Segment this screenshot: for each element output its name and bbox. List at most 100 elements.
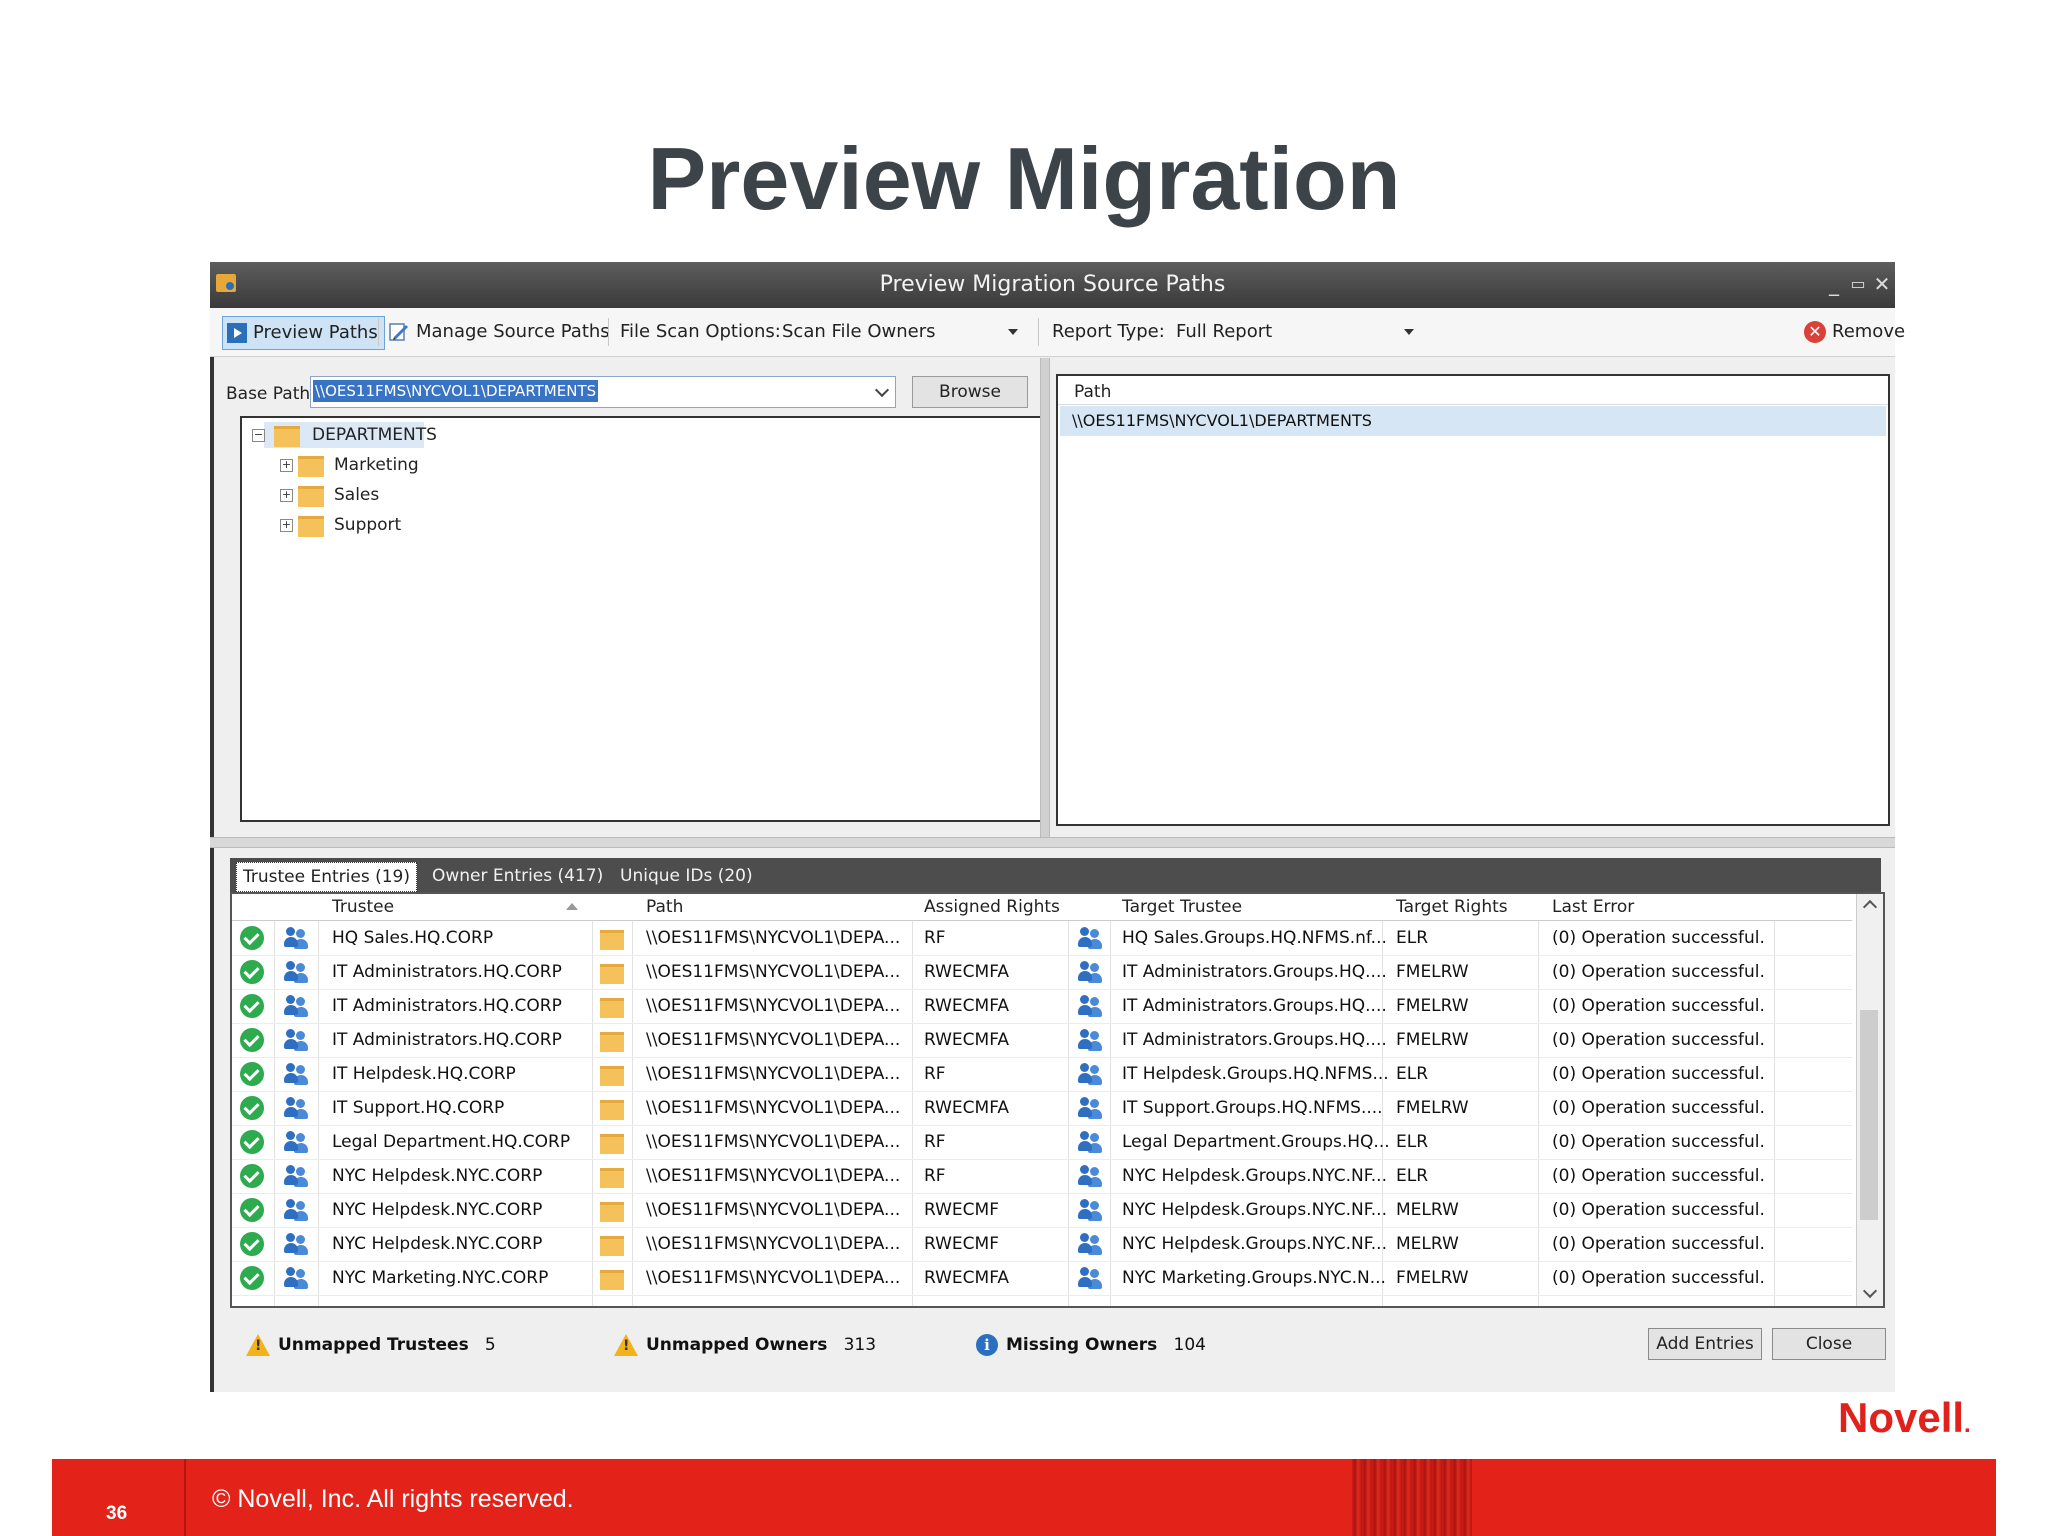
file-scan-options-label: File Scan Options: bbox=[620, 321, 781, 342]
path-list-row[interactable]: \\OES11FMS\NYCVOL1\DEPARTMENTS bbox=[1060, 406, 1886, 436]
users-icon bbox=[1078, 927, 1102, 949]
file-scan-options-dropdown[interactable]: Scan File Owners bbox=[782, 316, 1022, 348]
success-icon bbox=[240, 1028, 264, 1052]
cell-assigned-rights: RWECMFA bbox=[924, 1268, 1010, 1288]
cell-target-trustee: IT Helpdesk.Groups.HQ.NFMS... bbox=[1122, 1064, 1389, 1084]
trustee-grid: Trustee Path Assigned Rights Target Trus… bbox=[230, 892, 1885, 1308]
tab-unique-ids[interactable]: Unique IDs (20) bbox=[614, 862, 759, 890]
unmapped-owners-count: 313 bbox=[843, 1335, 877, 1355]
cell-target-rights: FMELRW bbox=[1396, 962, 1469, 982]
slide-footer: 36 © Novell, Inc. All rights reserved. bbox=[52, 1459, 1996, 1536]
table-row[interactable]: NYC Marketing.NYC.CORP \\OES11FMS\NYCVOL1… bbox=[232, 1261, 1852, 1296]
expand-icon[interactable]: + bbox=[280, 459, 293, 472]
header-target-rights[interactable]: Target Rights bbox=[1396, 897, 1508, 917]
base-path-combo[interactable]: \\OES11FMS\NYCVOL1\DEPARTMENTS bbox=[310, 376, 896, 408]
cell-target-rights: ELR bbox=[1396, 1064, 1429, 1084]
preview-paths-button[interactable]: Preview Paths bbox=[222, 316, 385, 350]
header-assigned-rights[interactable]: Assigned Rights bbox=[924, 897, 1060, 917]
header-last-error[interactable]: Last Error bbox=[1552, 897, 1634, 917]
folder-icon bbox=[600, 998, 624, 1018]
table-row[interactable]: Legal Department.HQ.CORP \\OES11FMS\NYCVO… bbox=[232, 1125, 1852, 1160]
cell-assigned-rights: RWECMF bbox=[924, 1200, 999, 1220]
cell-path: \\OES11FMS\NYCVOL1\DEPA... bbox=[646, 1166, 901, 1186]
cell-path: \\OES11FMS\NYCVOL1\DEPA... bbox=[646, 1268, 901, 1288]
cell-path: \\OES11FMS\NYCVOL1\DEPA... bbox=[646, 962, 901, 982]
novell-logo: Novell. bbox=[1838, 1394, 1971, 1442]
close-window-button[interactable]: ✕ bbox=[1868, 270, 1896, 298]
table-row[interactable]: NYC Helpdesk.NYC.CORP \\OES11FMS\NYCVOL1\… bbox=[232, 1193, 1852, 1228]
success-icon bbox=[240, 1130, 264, 1154]
cell-trustee: IT Support.HQ.CORP bbox=[332, 1098, 505, 1118]
cell-trustee: NYC Marketing.NYC.CORP bbox=[332, 1268, 549, 1288]
folder-icon bbox=[600, 964, 624, 984]
cell-trustee: IT Helpdesk.HQ.CORP bbox=[332, 1064, 516, 1084]
tree-item-label: DEPARTMENTS bbox=[312, 425, 437, 445]
table-row[interactable]: IT Support.HQ.CORP \\OES11FMS\NYCVOL1\DEP… bbox=[232, 1091, 1852, 1126]
table-row[interactable]: HQ Sales.HQ.CORP \\OES11FMS\NYCVOL1\DEPA.… bbox=[232, 921, 1852, 956]
tree-item-support[interactable]: + Support bbox=[276, 512, 476, 538]
chevron-down-icon bbox=[874, 382, 890, 398]
path-list-header[interactable]: Path bbox=[1058, 376, 1888, 405]
table-row[interactable]: NYC Helpdesk.NYC.CORP \\OES11FMS\NYCVOL1\… bbox=[232, 1159, 1852, 1194]
tree-item-label: Marketing bbox=[334, 455, 419, 475]
vertical-splitter[interactable] bbox=[1040, 358, 1050, 838]
folder-icon bbox=[298, 456, 324, 477]
cell-path: \\OES11FMS\NYCVOL1\DEPA... bbox=[646, 1064, 901, 1084]
cell-target-trustee: IT Administrators.Groups.HQ.... bbox=[1122, 962, 1387, 982]
collapse-icon[interactable]: − bbox=[252, 429, 265, 442]
scroll-thumb[interactable] bbox=[1860, 1010, 1878, 1220]
cell-last-error: (0) Operation successful. bbox=[1552, 1268, 1765, 1288]
success-icon bbox=[240, 1164, 264, 1188]
table-row[interactable]: NYC Helpdesk.NYC.CORP \\OES11FMS\NYCVOL1\… bbox=[232, 1227, 1852, 1262]
scroll-up-icon[interactable] bbox=[1862, 899, 1878, 915]
table-row[interactable]: IT Administrators.HQ.CORP \\OES11FMS\NYCV… bbox=[232, 1023, 1852, 1058]
tree-item-sales[interactable]: + Sales bbox=[276, 482, 476, 508]
folder-icon bbox=[600, 1032, 624, 1052]
table-row[interactable]: IT Administrators.HQ.CORP \\OES11FMS\NYCV… bbox=[232, 989, 1852, 1024]
expand-icon[interactable]: + bbox=[280, 519, 293, 532]
cell-last-error: (0) Operation successful. bbox=[1552, 1166, 1765, 1186]
tree-item-label: Support bbox=[334, 515, 402, 535]
header-target-trustee[interactable]: Target Trustee bbox=[1122, 897, 1242, 917]
users-icon bbox=[284, 1131, 308, 1153]
missing-owners-count: 104 bbox=[1173, 1335, 1206, 1355]
header-trustee[interactable]: Trustee bbox=[332, 897, 394, 917]
preview-migration-window: Preview Migration Source Paths _ ▭ ✕ Pre… bbox=[210, 262, 1905, 1392]
footer-divider bbox=[184, 1459, 186, 1536]
header-path[interactable]: Path bbox=[646, 897, 683, 917]
unmapped-trustees-status: Unmapped Trustees 5 bbox=[246, 1334, 496, 1356]
cell-target-trustee: HQ Sales.Groups.HQ.NFMS.nf... bbox=[1122, 928, 1387, 948]
tab-trustee-entries[interactable]: Trustee Entries (19) bbox=[236, 862, 418, 892]
toolbar-separator bbox=[1038, 318, 1039, 346]
users-icon bbox=[284, 1029, 308, 1051]
cell-target-rights: ELR bbox=[1396, 928, 1429, 948]
scroll-down-icon[interactable] bbox=[1862, 1283, 1878, 1299]
cell-target-trustee: NYC Marketing.Groups.NYC.N... bbox=[1122, 1268, 1386, 1288]
close-button[interactable]: Close bbox=[1772, 1328, 1886, 1360]
users-icon bbox=[284, 995, 308, 1017]
cell-last-error: (0) Operation successful. bbox=[1552, 1064, 1765, 1084]
cell-target-rights: FMELRW bbox=[1396, 1030, 1469, 1050]
cell-assigned-rights: RWECMFA bbox=[924, 962, 1010, 982]
horizontal-splitter[interactable] bbox=[210, 837, 1895, 848]
remove-button[interactable]: ✕ Remove bbox=[1804, 316, 1905, 348]
grid-scrollbar[interactable] bbox=[1856, 894, 1883, 1306]
browse-button[interactable]: Browse bbox=[912, 376, 1028, 408]
tab-owner-entries[interactable]: Owner Entries (417) bbox=[426, 862, 609, 890]
base-path-pane: Base Path \\OES11FMS\NYCVOL1\DEPARTMENTS… bbox=[224, 372, 1042, 836]
tree-item-departments[interactable]: − DEPARTMENTS bbox=[248, 422, 448, 448]
slide-title: Preview Migration bbox=[647, 129, 1401, 228]
report-type-dropdown[interactable]: Full Report bbox=[1176, 316, 1416, 348]
cell-trustee: NYC Helpdesk.NYC.CORP bbox=[332, 1234, 543, 1254]
table-row[interactable]: IT Helpdesk.HQ.CORP \\OES11FMS\NYCVOL1\DE… bbox=[232, 1057, 1852, 1092]
tree-item-marketing[interactable]: + Marketing bbox=[276, 452, 476, 478]
cell-last-error: (0) Operation successful. bbox=[1552, 1098, 1765, 1118]
folder-icon bbox=[600, 1236, 624, 1256]
cell-target-rights: MELRW bbox=[1396, 1200, 1459, 1220]
table-row[interactable]: IT Administrators.HQ.CORP \\OES11FMS\NYCV… bbox=[232, 955, 1852, 990]
cell-path: \\OES11FMS\NYCVOL1\DEPA... bbox=[646, 1098, 901, 1118]
add-entries-button[interactable]: Add Entries bbox=[1648, 1328, 1762, 1360]
expand-icon[interactable]: + bbox=[280, 489, 293, 502]
toolbar-separator bbox=[608, 318, 609, 346]
manage-source-paths-button[interactable]: Manage Source Paths bbox=[388, 316, 610, 348]
